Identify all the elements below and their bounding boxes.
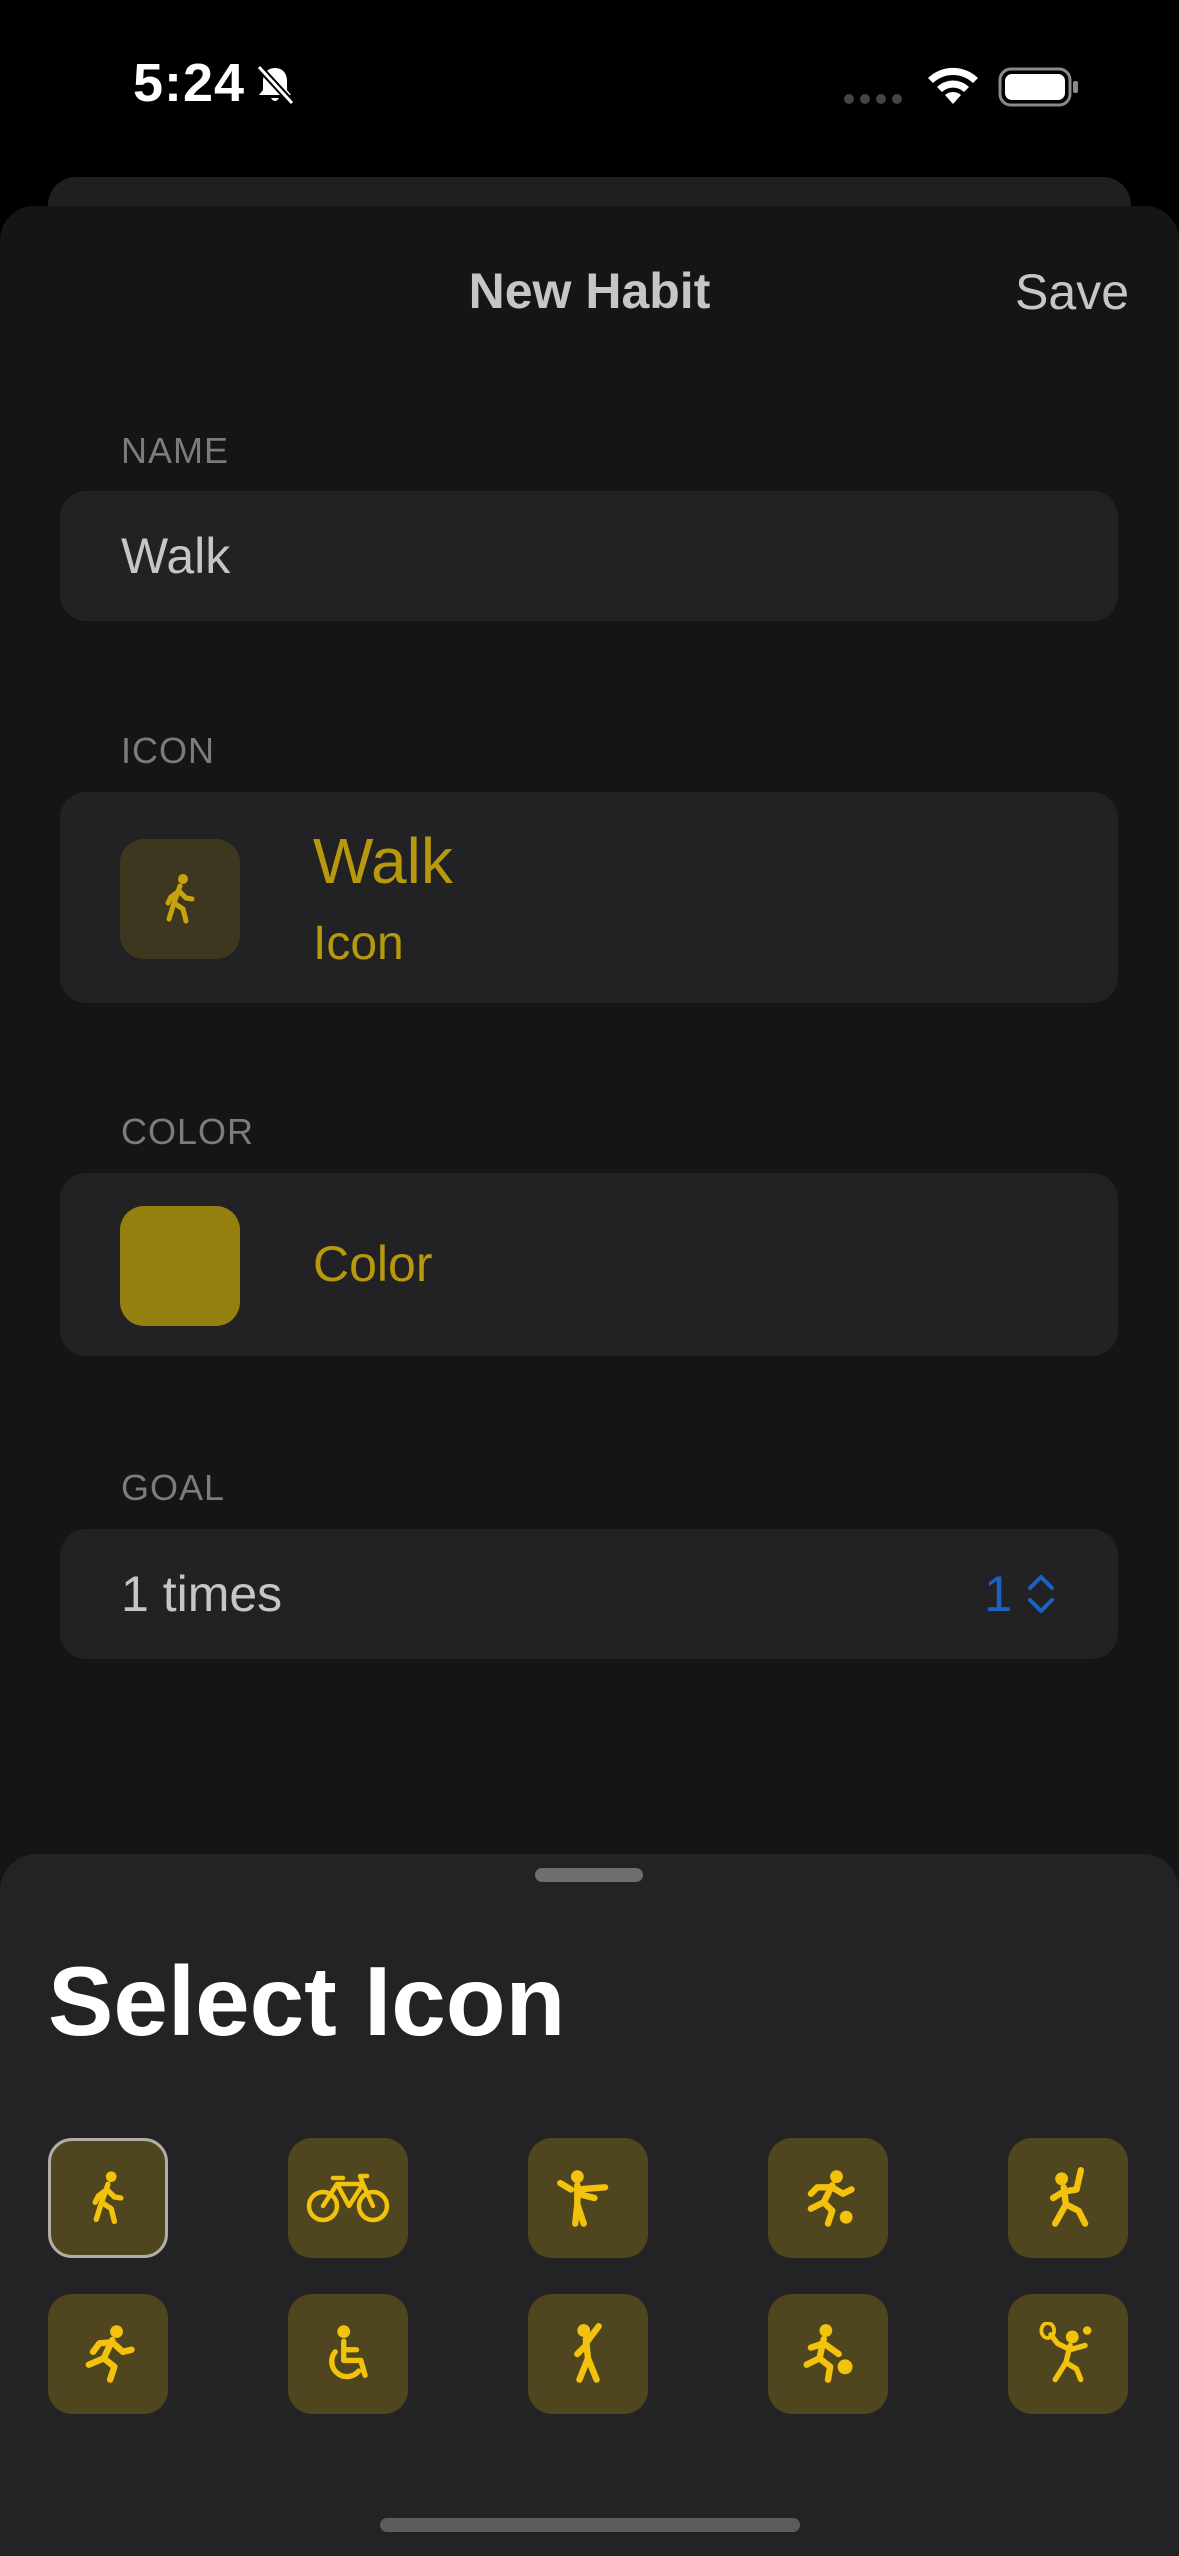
soccer-icon	[807, 2170, 855, 2227]
save-button[interactable]: Save	[1015, 263, 1129, 321]
color-swatch[interactable]	[120, 1206, 240, 1326]
icon-option-martial-arts[interactable]	[528, 2138, 648, 2258]
goal-row: 1 times 1	[60, 1529, 1118, 1659]
name-input-value[interactable]: Walk	[121, 491, 230, 621]
battery-icon	[998, 67, 1078, 107]
goal-text: 1 times	[121, 1566, 283, 1622]
sheet-title: Select Icon	[48, 1946, 566, 2056]
figure-walk-icon	[165, 874, 195, 924]
chevron-up-down-icon[interactable]	[1026, 1571, 1056, 1617]
stepper-value: 1	[984, 1566, 1012, 1622]
icon-section-label: ICON	[121, 730, 215, 771]
home-indicator	[380, 2518, 800, 2532]
bell-slash-icon	[256, 64, 295, 106]
figure-walk-icon	[92, 2171, 124, 2225]
icon-subtitle: Icon	[313, 917, 404, 970]
name-field[interactable]: Walk	[60, 491, 1118, 621]
icon-picker-row[interactable]: Walk Icon	[60, 792, 1118, 1003]
selected-icon-preview	[120, 839, 240, 959]
goal-stepper[interactable]: 1	[984, 1529, 1056, 1659]
status-time: 5:24	[133, 53, 246, 113]
icon-option-bicycle[interactable]	[288, 2138, 408, 2258]
icon-option-basketball[interactable]	[768, 2294, 888, 2414]
tennis-icon	[1039, 2322, 1092, 2383]
baseball-icon	[1049, 2167, 1089, 2227]
cellular-signal-icon	[844, 94, 902, 104]
wifi-icon	[928, 67, 978, 104]
icon-option-soccer[interactable]	[768, 2138, 888, 2258]
page-title: New Habit	[468, 263, 711, 319]
color-picker-row[interactable]: Color	[60, 1173, 1118, 1356]
martial-arts-icon	[557, 2170, 609, 2227]
status-bar: 5:24	[0, 0, 1179, 175]
dance-icon	[574, 2323, 602, 2383]
icon-option-baseball[interactable]	[1008, 2138, 1128, 2258]
icon-option-walk[interactable]	[48, 2138, 168, 2258]
bicycle-icon	[306, 2173, 390, 2223]
color-section-label: COLOR	[121, 1111, 255, 1152]
figure-run-icon	[85, 2325, 135, 2383]
wheelchair-icon	[329, 2325, 368, 2380]
basketball-icon	[803, 2324, 853, 2383]
sheet-grabber[interactable]	[535, 1868, 643, 1882]
name-section-label: NAME	[121, 430, 230, 471]
icon-option-tennis[interactable]	[1008, 2294, 1128, 2414]
color-label: Color	[313, 1236, 433, 1292]
icon-option-run[interactable]	[48, 2294, 168, 2414]
goal-section-label: GOAL	[121, 1467, 226, 1508]
icon-name: Walk	[313, 825, 453, 897]
icon-option-wheelchair[interactable]	[288, 2294, 408, 2414]
icon-option-dance[interactable]	[528, 2294, 648, 2414]
